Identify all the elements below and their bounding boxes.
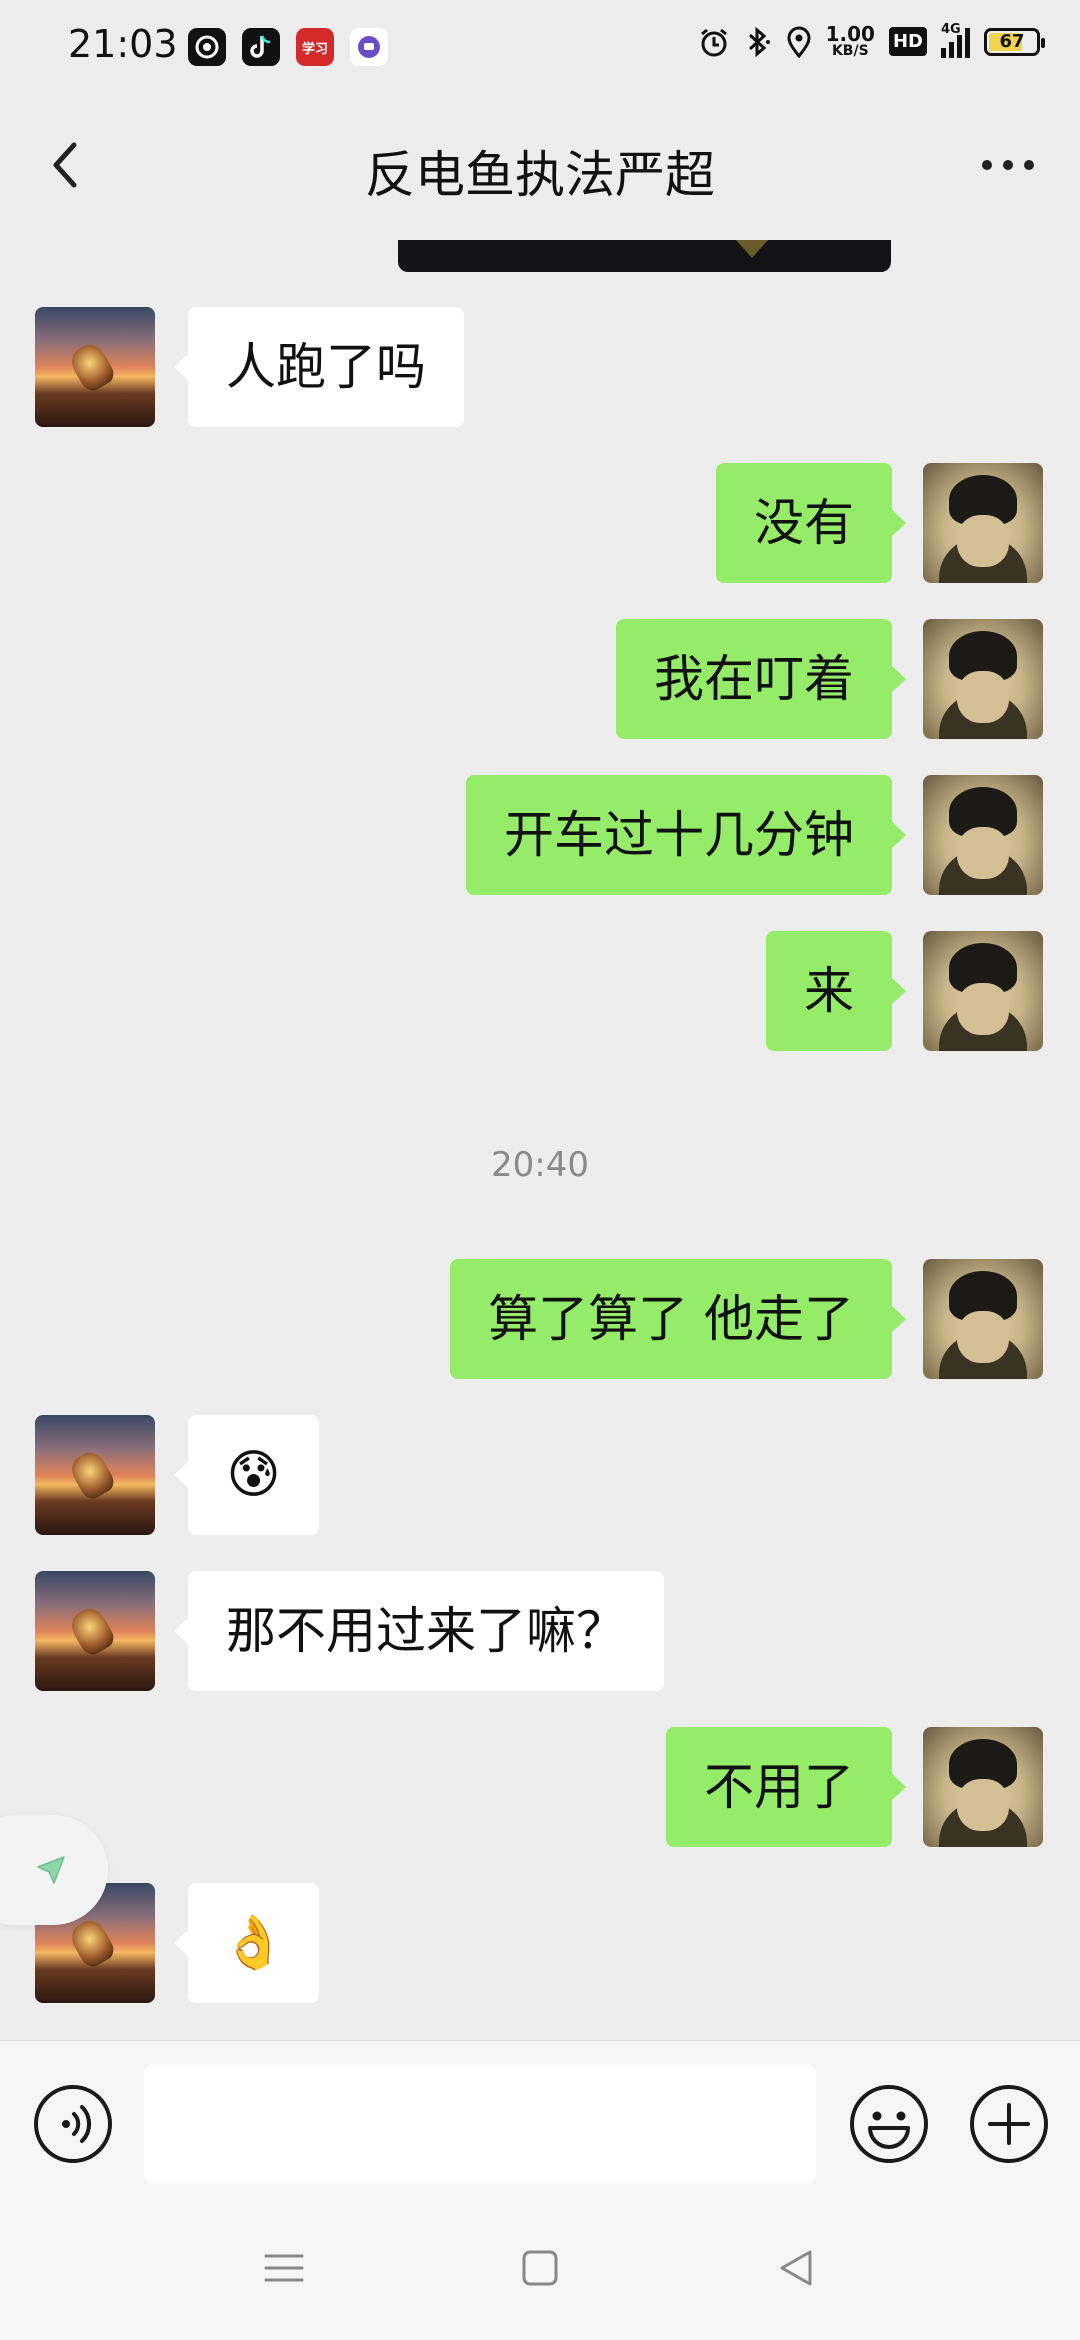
message-row: 我在叮着 [0, 619, 1080, 739]
chat-message-list[interactable]: 人跑了吗 没有 我在叮着 开车过十几分钟 来 20:40 算了算了 他走了 😰 … [0, 240, 1080, 2040]
sent-message-bubble[interactable]: 来 [766, 931, 906, 1051]
status-bar: 21:03 学习 1.00 KB/S HD 4G 67 [0, 0, 1080, 95]
my-avatar[interactable] [923, 931, 1043, 1051]
signal-icon: 4G [941, 22, 970, 58]
sent-message-bubble[interactable]: 没有 [716, 463, 906, 583]
emoji-button[interactable] [848, 2083, 930, 2165]
status-app-icons: 学习 [188, 28, 388, 66]
my-avatar[interactable] [923, 1259, 1043, 1379]
network-speed: 1.00 KB/S [825, 22, 875, 59]
recent-apps-button[interactable] [262, 2246, 306, 2290]
message-row: 那不用过来了嘛？ [0, 1571, 1080, 1691]
battery-icon: 67 [984, 27, 1045, 56]
navigation-arrow-icon [37, 1856, 65, 1884]
message-timestamp: 20:40 [491, 1145, 589, 1185]
my-avatar[interactable] [923, 619, 1043, 739]
status-time: 21:03 [68, 22, 178, 66]
message-input[interactable] [144, 2065, 816, 2183]
home-button[interactable] [518, 2246, 562, 2290]
smiley-icon [850, 2085, 928, 2163]
received-emoji-bubble[interactable]: 👌 [174, 1883, 319, 2003]
triangle-back-icon [780, 2250, 812, 2286]
more-options-button[interactable] [982, 145, 1042, 185]
more-dots-icon [982, 160, 992, 170]
plus-icon [970, 2085, 1048, 2163]
square-icon [522, 2250, 558, 2286]
chat-title: 反电鱼执法严超 [365, 146, 715, 204]
message-row: 来 [0, 931, 1080, 1051]
chat-header: 反电鱼执法严超 [0, 95, 1080, 240]
hd-badge: HD [888, 27, 927, 56]
message-row: 人跑了吗 [0, 307, 1080, 427]
message-row: 算了算了 他走了 [0, 1259, 1080, 1379]
sent-message-bubble[interactable]: 算了算了 他走了 [450, 1259, 906, 1379]
message-row: 没有 [0, 463, 1080, 583]
location-icon [787, 26, 811, 58]
xuexi-app-icon: 学习 [296, 28, 334, 66]
voice-input-button[interactable] [32, 2083, 114, 2165]
received-message-bubble[interactable]: 那不用过来了嘛？ [174, 1571, 664, 1691]
more-functions-button[interactable] [968, 2083, 1050, 2165]
my-avatar[interactable] [923, 775, 1043, 895]
contact-avatar[interactable] [35, 1415, 155, 1535]
received-message-bubble[interactable]: 人跑了吗 [174, 307, 464, 427]
voice-icon [34, 2085, 112, 2163]
sent-message-bubble[interactable]: 开车过十几分钟 [466, 775, 906, 895]
system-back-button[interactable] [774, 2246, 818, 2290]
message-row: 不用了 [0, 1727, 1080, 1847]
my-avatar[interactable] [923, 1727, 1043, 1847]
status-indicators: 1.00 KB/S HD 4G 67 [698, 22, 1045, 59]
sent-message-bubble[interactable]: 不用了 [666, 1727, 906, 1847]
message-app-icon [350, 28, 388, 66]
system-navigation-bar [0, 2200, 1080, 2340]
menu-icon [264, 2254, 304, 2282]
zhihu-app-icon [188, 28, 226, 66]
bluetooth-icon [748, 26, 770, 57]
message-row: 开车过十几分钟 [0, 775, 1080, 895]
alarm-icon [700, 28, 727, 56]
my-avatar[interactable] [923, 463, 1043, 583]
floating-assistant-button[interactable] [0, 1815, 108, 1925]
message-row: 😰 [0, 1415, 1080, 1535]
contact-avatar[interactable] [35, 1571, 155, 1691]
previous-media-message[interactable] [398, 240, 891, 272]
contact-avatar[interactable] [35, 307, 155, 427]
message-row: 👌 [0, 1883, 1080, 2003]
sent-message-bubble[interactable]: 我在叮着 [616, 619, 906, 739]
received-emoji-bubble[interactable]: 😰 [174, 1415, 319, 1535]
douyin-app-icon [242, 28, 280, 66]
chat-input-bar [0, 2040, 1080, 2200]
